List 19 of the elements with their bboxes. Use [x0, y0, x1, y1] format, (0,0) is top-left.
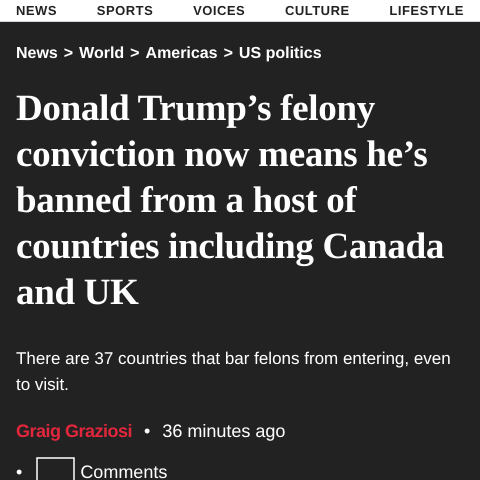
breadcrumb-link[interactable]: Americas	[146, 42, 218, 66]
nav-link[interactable]: LIFESTYLE	[389, 0, 464, 20]
speech-bubble-icon	[36, 457, 76, 480]
nav-link[interactable]: VOICES	[193, 0, 246, 20]
standfirst: There are 37 countries that bar felons from entering, even to visit.	[16, 348, 452, 396]
nav-link[interactable]: SPORTS	[96, 0, 154, 20]
nav-link[interactable]: CULTURE	[284, 0, 350, 20]
breadcrumb-link[interactable]: News	[16, 42, 58, 66]
breadcrumb-link[interactable]: US politics	[238, 42, 322, 66]
headline: Donald Trump’s felony conviction now means he’s banned from a host of countries including Canada and UK	[16, 87, 446, 315]
nav-link[interactable]: NEWS	[16, 0, 57, 20]
bullet: •	[16, 460, 22, 480]
timestamp: 36 minutes ago	[162, 420, 286, 443]
breadcrumb-link[interactable]: World	[79, 42, 124, 66]
breadcrumb-separator: >	[224, 44, 233, 64]
breadcrumb-separator: >	[64, 44, 74, 64]
separator: •	[144, 420, 150, 443]
comments-link[interactable]: Comments	[36, 457, 168, 480]
breadcrumb-separator: >	[130, 44, 140, 64]
